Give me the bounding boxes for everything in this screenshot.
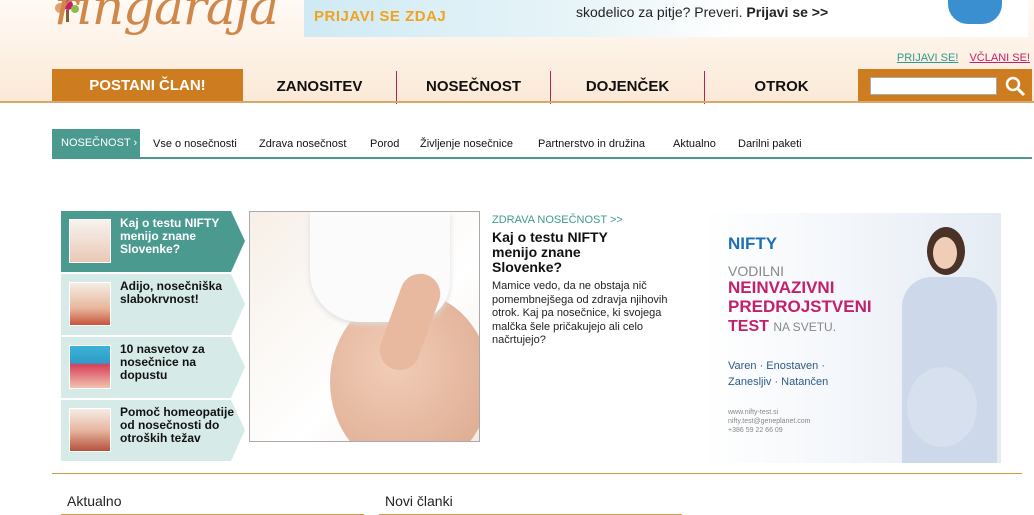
account-links: PRIJAVI SE! VČLANI SE!	[889, 52, 1030, 64]
ad-contact: www.nifty-test.si nifty.test@geneplanet.…	[728, 408, 810, 435]
featured-image[interactable]	[249, 211, 480, 442]
story-item[interactable]: Pomoč homeopatije od nosečnosti do otroš…	[61, 400, 245, 461]
login-link[interactable]: PRIJAVI SE!	[897, 52, 959, 64]
ad-features-2: Zanesljiv · Natančen	[728, 376, 829, 388]
article-category[interactable]: ZDRAVA NOSEČNOST >>	[492, 214, 623, 226]
article-excerpt: Mamice vedo, da ne obstaja nič pomembnej…	[492, 280, 668, 346]
nav-item-nosecnost[interactable]: NOSEČNOST	[397, 69, 550, 102]
ad-contact-phone: +386 59 22 66 09	[728, 427, 783, 434]
story-thumbnail	[69, 219, 111, 263]
subnav-active-section[interactable]: NOSEČNOST ›	[52, 129, 140, 158]
nifty-ad[interactable]: NIFTY VODILNI NEINVAZIVNI PREDROJSTVENI …	[702, 213, 1001, 463]
ad-features-1: Varen · Enostaven ·	[728, 360, 826, 372]
page: ringaraja PRIJAVI SE ZDAJ skodelico za p…	[0, 0, 1034, 515]
search-bar	[858, 69, 1032, 102]
section-novi-clanki: Novi članki	[379, 492, 682, 515]
section-aktualno: Aktualno	[61, 492, 364, 515]
section-divider	[52, 473, 1022, 474]
nav-item-zanositev[interactable]: ZANOSITEV	[243, 69, 396, 102]
ad-line2b: PREDROJSTVENI	[728, 297, 872, 316]
ad-line3-rest: NA SVETU.	[773, 320, 837, 334]
ad-contact-email: nifty.test@geneplanet.com	[728, 418, 811, 425]
banner-link[interactable]: Prijavi se >>	[746, 4, 828, 20]
story-item[interactable]: Kaj o testu NIFTY menijo znane Slovenke?	[61, 211, 245, 272]
sub-nav: NOSEČNOST › Vse o nosečnosti Zdrava nose…	[52, 129, 1032, 159]
subnav-active-label: NOSEČNOST	[61, 137, 131, 149]
subnav-item-aktualno[interactable]: Aktualno	[673, 129, 716, 158]
main-nav: POSTANI ČLAN! ZANOSITEV NOSEČNOST DOJENČ…	[52, 69, 1032, 104]
nav-item-otrok[interactable]: OTROK	[705, 69, 858, 102]
banner-text-body: skodelico za pitje? Preveri.	[576, 4, 743, 20]
ad-woman-image	[902, 227, 997, 463]
subnav-item-zdrava[interactable]: Zdrava nosečnost	[259, 129, 346, 158]
section-title: Aktualno	[67, 493, 122, 509]
ad-line3-test: TEST	[728, 318, 769, 335]
story-title: 10 nasvetov za nosečnice na dopustu	[120, 342, 205, 382]
join-button[interactable]: POSTANI ČLAN!	[52, 69, 243, 102]
story-item[interactable]: Adijo, nosečniška slabokrvnost!	[61, 274, 245, 335]
ad-belly	[907, 367, 977, 447]
search-icon[interactable]	[1003, 74, 1027, 98]
subnav-item-zivljenje[interactable]: Življenje nosečnice	[420, 129, 513, 158]
ad-line2: NEINVAZIVNI PREDROJSTVENI	[728, 278, 872, 316]
story-title: Adijo, nosečniška slabokrvnost!	[120, 279, 223, 306]
banner-cta[interactable]: PRIJAVI SE ZDAJ	[314, 8, 446, 25]
story-title: Pomoč homeopatije od nosečnosti do otroš…	[120, 405, 235, 445]
story-thumbnail	[69, 408, 111, 452]
ad-line3: TEST NA SVETU.	[728, 318, 836, 336]
story-item[interactable]: 10 nasvetov za nosečnice na dopustu	[61, 337, 245, 398]
nav-item-dojencek[interactable]: DOJENČEK	[551, 69, 704, 102]
ad-face	[933, 237, 957, 269]
ad-contact-web: www.nifty-test.si	[728, 409, 779, 416]
subnav-item-partnerstvo[interactable]: Partnerstvo in družina	[538, 129, 645, 158]
story-thumbnail	[69, 345, 111, 389]
banner-text: skodelico za pitje? Preveri. Prijavi se …	[576, 4, 828, 20]
ad-line2a: NEINVAZIVNI	[728, 278, 835, 297]
site-logo[interactable]: ringaraja	[54, 0, 279, 36]
chevron-right-icon: ›	[133, 137, 138, 149]
subnav-item-darilni[interactable]: Darilni paketi	[738, 129, 802, 158]
search-input[interactable]	[870, 77, 997, 95]
nav-underline	[0, 101, 1034, 103]
register-link[interactable]: VČLANI SE!	[969, 52, 1030, 64]
section-title: Novi članki	[385, 493, 453, 509]
story-title: Kaj o testu NIFTY menijo znane Slovenke?	[120, 216, 220, 256]
subnav-item-porod[interactable]: Porod	[370, 129, 399, 158]
ad-brand: NIFTY	[728, 234, 778, 253]
article-title[interactable]: Kaj o testu NIFTY menijo znane Slovenke?	[492, 230, 652, 275]
ad-line1: VODILNI	[728, 263, 785, 279]
ad-features: Varen · Enostaven · Zanesljiv · Natančen	[728, 358, 828, 390]
cup-image	[948, 0, 1002, 24]
story-thumbnail	[69, 282, 111, 326]
subnav-item-vse[interactable]: Vse o nosečnosti	[153, 129, 237, 158]
top-banner-ad[interactable]: PRIJAVI SE ZDAJ skodelico za pitje? Prev…	[304, 0, 1028, 37]
